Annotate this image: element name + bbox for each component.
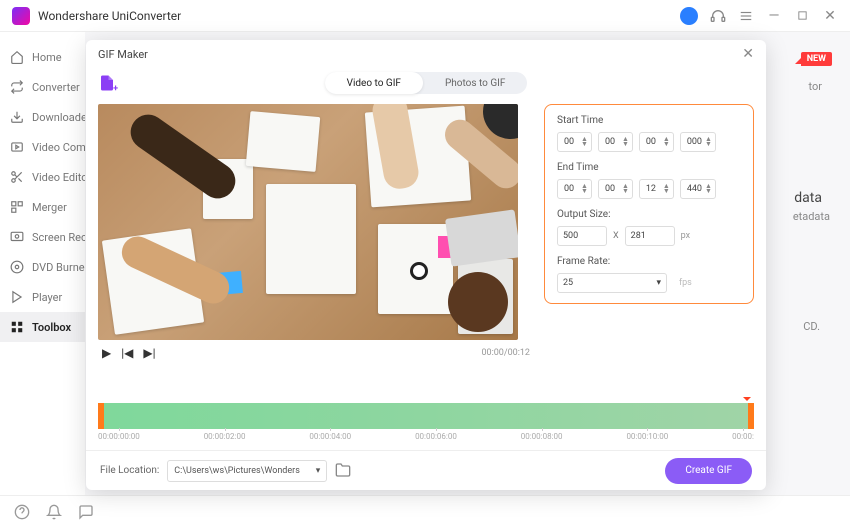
titlebar: Wondershare UniConverter — ✕ [0,0,850,32]
gif-maker-modal: GIF Maker ✕ + Video to GIF Photos to GIF… [86,40,766,490]
bottombar [0,495,850,527]
app-title: Wondershare UniConverter [38,9,680,23]
output-height-input[interactable] [625,226,675,246]
toolbox-icon [10,320,24,334]
tab-video-to-gif[interactable]: Video to GIF [325,72,423,94]
compressor-icon [10,140,24,154]
headset-icon[interactable] [710,8,726,24]
sidebar-item-label: Merger [32,201,67,214]
feedback-icon[interactable] [78,504,94,520]
modal-title: GIF Maker [98,48,148,61]
tab-photos-to-gif[interactable]: Photos to GIF [423,72,527,94]
minimize-icon[interactable]: — [766,8,782,24]
converter-icon [10,80,24,94]
end-ms-input[interactable]: 440▲▼ [680,179,716,199]
scissors-icon [10,170,24,184]
sidebar-item-toolbox[interactable]: Toolbox [0,312,85,342]
browse-folder-icon[interactable] [335,462,353,480]
chevron-down-icon: ▾ [656,278,661,288]
sidebar: Home Converter Downloader Video Compress… [0,32,85,495]
trim-end-handle[interactable] [748,403,754,429]
merger-icon [10,200,24,214]
size-px-label: px [681,231,690,241]
maximize-icon[interactable] [794,8,810,24]
bg-text: etadata [793,210,830,223]
sidebar-item-label: Toolbox [32,321,71,334]
sidebar-item-compressor[interactable]: Video Compressor [0,132,85,162]
sidebar-item-label: Converter [32,81,80,94]
sidebar-item-label: Screen Recorder [32,231,85,244]
disc-icon [10,260,24,274]
close-icon[interactable]: ✕ [822,8,838,24]
sidebar-item-label: Home [32,51,62,64]
start-sec-input[interactable]: 00▲▼ [639,132,674,152]
timeline-track[interactable] [98,403,754,429]
sidebar-item-recorder[interactable]: Screen Recorder [0,222,85,252]
fps-label: fps [679,278,692,288]
frame-rate-select[interactable]: 25▾ [557,273,667,293]
bell-icon[interactable] [46,504,62,520]
modal-header: GIF Maker ✕ [86,40,766,68]
recorder-icon [10,230,24,244]
modal-footer: File Location: C:\Users\ws\Pictures\Wond… [86,450,766,490]
bg-text: tor [809,80,823,93]
menu-icon[interactable] [738,8,754,24]
bg-text: CD. [803,320,820,333]
timeline-ticks: 00:00:00:00 00:00:02:00 00:00:04:00 00:0… [98,432,754,450]
add-file-icon[interactable]: + [98,74,116,92]
bg-text: data [794,190,822,206]
trim-start-handle[interactable] [98,403,104,429]
end-sec-input[interactable]: 12▲▼ [639,179,674,199]
prev-frame-button[interactable]: |◀ [121,346,133,360]
sidebar-item-dvd[interactable]: DVD Burner [0,252,85,282]
sidebar-item-label: Downloader [32,111,85,124]
playback-time: 00:00/00:12 [481,348,530,358]
size-x-separator: X [613,231,619,241]
app-logo [12,7,30,25]
close-icon[interactable]: ✕ [742,46,754,62]
new-badge: NEW [801,52,832,66]
sidebar-item-label: DVD Burner [32,261,85,274]
start-hour-input[interactable]: 00▲▼ [557,132,592,152]
end-min-input[interactable]: 00▲▼ [598,179,633,199]
play-icon [10,290,24,304]
next-frame-button[interactable]: ▶| [143,346,155,360]
sidebar-item-label: Player [32,291,62,304]
output-width-input[interactable] [557,226,607,246]
file-location-input[interactable]: C:\Users\ws\Pictures\Wonders▾ [167,460,327,482]
start-min-input[interactable]: 00▲▼ [598,132,633,152]
frame-rate-label: Frame Rate: [557,256,741,267]
end-time-label: End Time [557,162,741,173]
start-ms-input[interactable]: 000▲▼ [680,132,716,152]
sidebar-item-merger[interactable]: Merger [0,192,85,222]
modal-toolbar: + Video to GIF Photos to GIF [86,68,766,98]
end-hour-input[interactable]: 00▲▼ [557,179,592,199]
mode-tabs: Video to GIF Photos to GIF [325,72,528,94]
sidebar-item-editor[interactable]: Video Editor [0,162,85,192]
play-controls: ▶ |◀ ▶| 00:00/00:12 [98,340,534,366]
sidebar-item-converter[interactable]: Converter [0,72,85,102]
output-size-label: Output Size: [557,209,741,220]
sidebar-item-downloader[interactable]: Downloader [0,102,85,132]
chevron-down-icon: ▾ [316,466,321,476]
sidebar-item-player[interactable]: Player [0,282,85,312]
timeline: 00:00:00:00 00:00:02:00 00:00:04:00 00:0… [86,399,766,450]
file-location-label: File Location: [100,465,159,476]
download-icon [10,110,24,124]
play-button[interactable]: ▶ [102,346,111,360]
video-preview[interactable] [98,104,518,340]
create-gif-button[interactable]: Create GIF [665,458,752,484]
help-icon[interactable] [14,504,30,520]
sidebar-item-label: Video Compressor [32,141,85,154]
start-time-label: Start Time [557,115,741,126]
sidebar-item-home[interactable]: Home [0,42,85,72]
settings-panel: Start Time 00▲▼ 00▲▼ 00▲▼ 000▲▼ End Time… [544,104,754,304]
account-icon[interactable] [680,7,698,25]
sidebar-item-label: Video Editor [32,171,85,184]
home-icon [10,50,24,64]
